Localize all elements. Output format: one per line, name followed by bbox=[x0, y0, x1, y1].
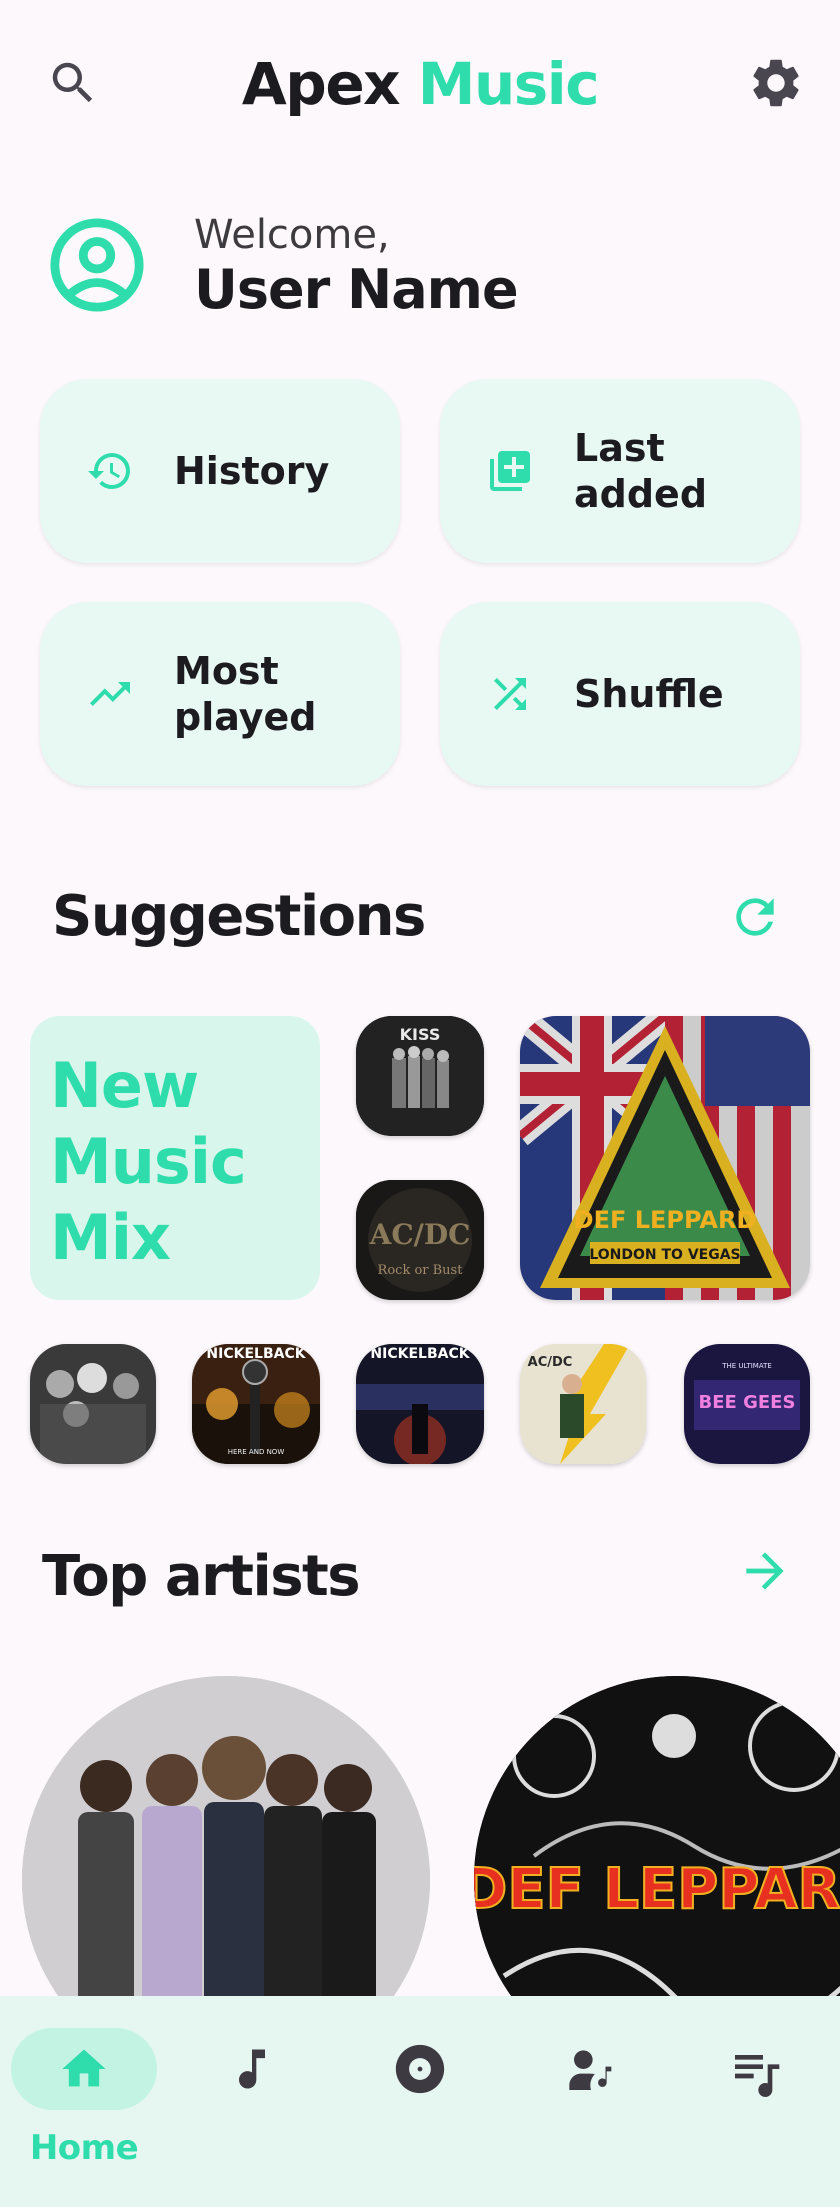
album-art bbox=[30, 1344, 156, 1464]
nav-home[interactable]: Home bbox=[0, 1996, 168, 2207]
nav-home-label: Home bbox=[29, 2128, 139, 2168]
album-art: AC/DC Rock or Bust bbox=[356, 1180, 484, 1300]
album-tile-nickelback-here-and-now[interactable]: NICKELBACK HERE AND NOW bbox=[192, 1344, 320, 1464]
nav-artists[interactable] bbox=[504, 1996, 672, 2207]
trending-up-icon bbox=[80, 664, 140, 724]
artist-logo-text: DEF LEPPARD bbox=[474, 1857, 840, 1922]
album-tile-nickelback-feed-the-machine[interactable]: NICKELBACK bbox=[356, 1344, 484, 1464]
album-art-title: NICKELBACK bbox=[206, 1346, 306, 1362]
album-tile-acdc-rock-or-bust[interactable]: AC/DC Rock or Bust bbox=[356, 1180, 484, 1300]
album-art-title: AC/DC bbox=[528, 1355, 573, 1370]
album-tile-bw-band[interactable] bbox=[30, 1344, 156, 1464]
last-added-label: Last added bbox=[574, 426, 708, 516]
album-art-title: KISS bbox=[400, 1025, 441, 1044]
shuffle-card[interactable]: Shuffle bbox=[440, 602, 800, 786]
music-note-icon bbox=[239, 2049, 265, 2089]
album-tile-kiss[interactable]: KISS bbox=[356, 1016, 484, 1136]
album-icon bbox=[395, 2044, 445, 2094]
refresh-button[interactable] bbox=[720, 882, 790, 952]
avatar[interactable] bbox=[48, 216, 146, 318]
welcome-greeting: Welcome, bbox=[194, 212, 390, 258]
album-art-subtitle: Rock or Bust bbox=[378, 1263, 464, 1278]
album-art-subtitle: LONDON TO VEGAS bbox=[589, 1247, 740, 1263]
app-title-part2: Music bbox=[417, 50, 600, 118]
most-played-label: Most played bbox=[174, 649, 317, 739]
album-art-title: NICKELBACK bbox=[370, 1346, 470, 1362]
album-art-title: DEF LEPPARD bbox=[574, 1206, 757, 1234]
library-add-icon bbox=[480, 441, 540, 501]
album-art-title: BEE GEES bbox=[699, 1392, 796, 1413]
settings-button[interactable] bbox=[741, 48, 811, 118]
album-art-subtitle: HERE AND NOW bbox=[228, 1448, 285, 1456]
history-icon bbox=[80, 441, 140, 501]
playlist-icon bbox=[735, 2055, 780, 2097]
gear-icon bbox=[753, 59, 799, 107]
nav-albums[interactable] bbox=[336, 1996, 504, 2207]
album-art: DEF LEPPARD LONDON TO VEGAS bbox=[520, 1016, 810, 1300]
album-art: AC/DC bbox=[520, 1344, 646, 1464]
album-art: NICKELBACK HERE AND NOW bbox=[192, 1344, 320, 1464]
history-card[interactable]: History bbox=[40, 379, 400, 563]
shuffle-label: Shuffle bbox=[574, 672, 724, 716]
account-circle-icon bbox=[50, 218, 144, 312]
most-played-card[interactable]: Most played bbox=[40, 602, 400, 786]
app-title: Apex Music bbox=[0, 50, 840, 118]
nav-songs[interactable] bbox=[168, 1996, 336, 2207]
new-music-mix-label: New Music Mix bbox=[50, 1049, 247, 1274]
new-music-mix-card[interactable]: New Music Mix bbox=[30, 1016, 320, 1300]
album-tile-def-leppard-london-to-vegas[interactable]: DEF LEPPARD LONDON TO VEGAS bbox=[520, 1016, 810, 1300]
album-tile-acdc-high-voltage[interactable]: AC/DC bbox=[520, 1344, 646, 1464]
album-art: THE ULTIMATE BEE GEES bbox=[684, 1344, 810, 1464]
album-art-subtitle: THE ULTIMATE bbox=[721, 1362, 772, 1370]
home-icon bbox=[62, 2049, 106, 2087]
refresh-icon bbox=[736, 898, 774, 936]
suggestions-title: Suggestions bbox=[52, 884, 426, 949]
album-art-title: AC/DC bbox=[369, 1218, 471, 1251]
shuffle-icon bbox=[480, 664, 540, 724]
history-label: History bbox=[174, 449, 330, 493]
app-title-part1: Apex bbox=[241, 50, 418, 118]
album-tile-bee-gees[interactable]: THE ULTIMATE BEE GEES bbox=[684, 1344, 810, 1464]
artist-icon bbox=[569, 2050, 612, 2090]
top-artists-title: Top artists bbox=[42, 1544, 361, 1609]
bottom-navigation: Home bbox=[0, 1996, 840, 2207]
album-art: KISS bbox=[356, 1016, 484, 1136]
nav-playlists[interactable] bbox=[672, 1996, 840, 2207]
user-name: User Name bbox=[194, 258, 519, 321]
last-added-card[interactable]: Last added bbox=[440, 379, 800, 563]
album-art: NICKELBACK bbox=[356, 1344, 484, 1464]
see-all-artists-button[interactable] bbox=[730, 1536, 800, 1606]
arrow-forward-icon bbox=[746, 1552, 784, 1590]
